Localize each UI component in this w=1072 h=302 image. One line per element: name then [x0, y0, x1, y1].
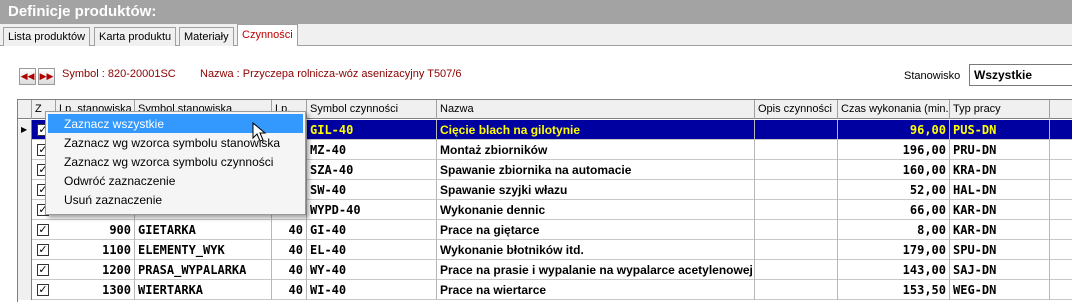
- cell-typ-pracy: PUS-DN: [950, 120, 1050, 140]
- header-symbol-czynnosci[interactable]: Symbol czynności: [307, 100, 437, 119]
- row-checkbox[interactable]: ✓: [37, 244, 49, 256]
- double-arrow-right-icon[interactable]: ▶▶: [38, 68, 55, 85]
- cell-typ-pracy: KAR-DN: [950, 220, 1050, 240]
- row-checkbox[interactable]: ✓: [37, 224, 49, 236]
- cell-czas: 8,00: [838, 220, 950, 240]
- table-row[interactable]: ✓ 1200 PRASA_WYPALARKA 40 WY-40 Prace na pras…: [18, 260, 1072, 280]
- header-nazwa[interactable]: Nazwa: [437, 100, 755, 119]
- cell-czas: 196,00: [838, 140, 950, 160]
- cell-typ-pracy: WEG-DN: [950, 280, 1050, 300]
- cell-symbol-czynnosci: WY-40: [307, 260, 437, 280]
- current-row-indicator-icon[interactable]: ▶: [18, 120, 32, 140]
- cell-nazwa: Prace na giętarce: [437, 220, 755, 240]
- cell-typ-pracy: PRU-DN: [950, 140, 1050, 160]
- menu-item-odwroc-zaznaczenie[interactable]: Odwróć zaznaczenie: [46, 171, 305, 190]
- row-indicator[interactable]: [18, 160, 32, 180]
- window-title: Definicje produktów:: [0, 0, 1072, 24]
- row-indicator[interactable]: [18, 180, 32, 200]
- tab-bar: Lista produktów Karta produktu Materiały…: [0, 24, 1072, 47]
- cell-opis: [755, 280, 838, 300]
- header-czas[interactable]: Czas wykonania (min.): [838, 100, 950, 119]
- cell-opis: [755, 240, 838, 260]
- row-checkbox[interactable]: ✓: [37, 264, 49, 276]
- double-arrow-left-icon[interactable]: ◀◀: [19, 68, 36, 85]
- cell-symbol-czynnosci: SW-40: [307, 180, 437, 200]
- cell-typ-pracy: KAR-DN: [950, 200, 1050, 220]
- cell-typ-pracy: HAL-DN: [950, 180, 1050, 200]
- cell-czas: 160,00: [838, 160, 950, 180]
- tab-karta-produktu[interactable]: Karta produktu: [94, 27, 177, 46]
- cell-lp-stanowiska: 1100: [56, 240, 135, 260]
- cell-czas: 153,50: [838, 280, 950, 300]
- row-checkbox[interactable]: ✓: [37, 284, 49, 296]
- row-indicator[interactable]: [18, 200, 32, 220]
- cell-czas: 96,00: [838, 120, 950, 140]
- row-indicator[interactable]: [18, 140, 32, 160]
- cell-lp: 40: [272, 240, 307, 260]
- product-name: Nazwa : Przyczepa rolnicza-wóz asenizacy…: [200, 68, 462, 80]
- cell-czas: 66,00: [838, 200, 950, 220]
- table-row[interactable]: ✓ 1300 WIERTARKA 40 WI-40 Prace na wiertarce 1…: [18, 280, 1072, 300]
- cell-symbol-stanowiska: ELEMENTY_WYK: [135, 240, 272, 260]
- cell-symbol-stanowiska: WIERTARKA: [135, 280, 272, 300]
- cell-nazwa: Prace na prasie i wypalanie na wypalarce…: [437, 260, 755, 280]
- cell-symbol-czynnosci: WYPD-40: [307, 200, 437, 220]
- cell-nazwa: Prace na wiertarce: [437, 280, 755, 300]
- table-row[interactable]: ✓ 900 GIETARKA 40 GI-40 Prace na giętarce 8,00…: [18, 220, 1072, 240]
- cell-lp: 40: [272, 260, 307, 280]
- cell-nazwa: Wykonanie błotników itd.: [437, 240, 755, 260]
- cell-lp: 40: [272, 220, 307, 240]
- cell-nazwa: Cięcie blach na gilotynie: [437, 120, 755, 140]
- cell-symbol-czynnosci: GIL-40: [307, 120, 437, 140]
- cell-opis: [755, 120, 838, 140]
- cell-typ-pracy: KRA-DN: [950, 160, 1050, 180]
- row-indicator[interactable]: [18, 280, 32, 300]
- row-indicator[interactable]: [18, 260, 32, 280]
- header-typ-pracy[interactable]: Typ pracy: [950, 100, 1050, 119]
- cell-typ-pracy: SPU-DN: [950, 240, 1050, 260]
- cell-opis: [755, 200, 838, 220]
- tab-materialy[interactable]: Materiały: [179, 27, 234, 46]
- cell-lp-stanowiska: 1200: [56, 260, 135, 280]
- cell-nazwa: Montaż zbiorników: [437, 140, 755, 160]
- cell-symbol-czynnosci: GI-40: [307, 220, 437, 240]
- cell-symbol-czynnosci: EL-40: [307, 240, 437, 260]
- row-indicator[interactable]: [18, 240, 32, 260]
- cell-czas: 52,00: [838, 180, 950, 200]
- cell-nazwa: Spawanie szyjki włazu: [437, 180, 755, 200]
- cell-opis: [755, 220, 838, 240]
- stanowisko-select[interactable]: Wszystkie: [969, 64, 1072, 86]
- cell-czas: 179,00: [838, 240, 950, 260]
- row-indicator[interactable]: [18, 220, 32, 240]
- menu-item-usun-zaznaczenie[interactable]: Usuń zaznaczenie: [46, 190, 305, 209]
- cell-opis: [755, 180, 838, 200]
- menu-item-zaznacz-wg-czynnosci[interactable]: Zaznacz wg wzorca symbolu czynności: [46, 152, 305, 171]
- cell-symbol-czynnosci: SZA-40: [307, 160, 437, 180]
- tab-lista-produktow[interactable]: Lista produktów: [3, 27, 91, 46]
- product-symbol: Symbol : 820-20001SC: [62, 68, 176, 80]
- cell-opis: [755, 140, 838, 160]
- cell-lp-stanowiska: 900: [56, 220, 135, 240]
- mouse-pointer-icon: [252, 122, 267, 142]
- cell-nazwa: Wykonanie dennic: [437, 200, 755, 220]
- header-opis[interactable]: Opis czynności: [755, 100, 838, 119]
- cell-czas: 143,00: [838, 260, 950, 280]
- cell-symbol-stanowiska: GIETARKA: [135, 220, 272, 240]
- cell-lp: 40: [272, 280, 307, 300]
- cell-typ-pracy: SAJ-DN: [950, 260, 1050, 280]
- table-row[interactable]: ✓ 1100 ELEMENTY_WYK 40 EL-40 Wykonanie błotni…: [18, 240, 1072, 260]
- cell-symbol-czynnosci: WI-40: [307, 280, 437, 300]
- stanowisko-label: Stanowisko: [904, 70, 961, 82]
- cell-opis: [755, 260, 838, 280]
- tab-czynnosci[interactable]: Czynności: [237, 24, 298, 47]
- cell-symbol-stanowiska: PRASA_WYPALARKA: [135, 260, 272, 280]
- cell-lp-stanowiska: 1300: [56, 280, 135, 300]
- cell-symbol-czynnosci: MZ-40: [307, 140, 437, 160]
- cell-nazwa: Spawanie zbiornika na automacie: [437, 160, 755, 180]
- cell-opis: [755, 160, 838, 180]
- header-indicator: [18, 100, 32, 119]
